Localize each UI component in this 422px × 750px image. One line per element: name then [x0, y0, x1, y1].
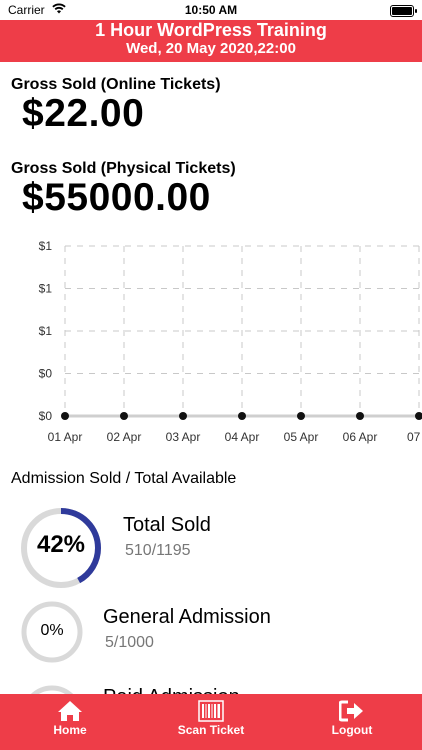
data-point [297, 412, 305, 420]
y-tick-label: $0 [39, 367, 53, 381]
y-tick-label: $1 [39, 239, 53, 253]
x-tick-label: 03 Apr [166, 430, 201, 444]
sales-chart: $1 $1 $1 $0 $0 01 Apr 02 Apr 03 Apr 04 Apr 05 Apr… [39, 239, 422, 444]
progress-percent: 42% [36, 531, 86, 558]
barcode-icon [198, 700, 224, 722]
y-tick-label: $1 [39, 282, 53, 296]
ticket-type-name: Total Sold [123, 514, 211, 536]
tab-home-label: Home [53, 723, 87, 737]
ticket-count: 510/1195 [125, 542, 191, 559]
data-point [120, 412, 128, 420]
tab-scan-label: Scan Ticket [177, 723, 245, 737]
y-tick-label: $0 [39, 409, 53, 423]
tab-scan-ticket[interactable]: Scan Ticket [161, 694, 261, 750]
x-tick-label: 07 A [407, 430, 422, 444]
data-point [238, 412, 246, 420]
tab-logout-label: Logout [331, 723, 373, 737]
x-tick-label: 05 Apr [284, 430, 319, 444]
list-item-general-admission: 0% General Admission 5/1000 [0, 600, 422, 670]
event-header: 1 Hour WordPress Training Wed, 20 May 20… [0, 20, 422, 62]
list-item-total-sold: 42% Total Sold 510/1195 [0, 504, 422, 588]
x-tick-label: 01 Apr [48, 430, 83, 444]
physical-gross-amount: $55000.00 [22, 176, 211, 219]
battery-icon [390, 5, 417, 17]
x-tick-label: 02 Apr [107, 430, 142, 444]
data-point [179, 412, 187, 420]
tab-home[interactable]: Home [20, 694, 120, 750]
ticket-count: 5/1000 [105, 634, 154, 651]
event-date: Wed, 20 May 2020,22:00 [126, 40, 296, 57]
data-point [356, 412, 364, 420]
event-title: 1 Hour WordPress Training [95, 20, 327, 40]
data-point [61, 412, 69, 420]
data-point [415, 412, 422, 420]
status-bar: Carrier 10:50 AM [0, 0, 422, 20]
progress-percent: 0% [40, 622, 64, 639]
x-tick-label: 06 Apr [343, 430, 378, 444]
home-icon [58, 701, 82, 721]
bottom-tab-bar: Home Scan Ticket Logout [0, 694, 422, 750]
logout-icon [339, 700, 363, 722]
x-tick-label: 04 Apr [225, 430, 260, 444]
online-gross-amount: $22.00 [22, 92, 145, 135]
tab-logout[interactable]: Logout [302, 694, 402, 750]
ticket-type-name: General Admission [103, 606, 271, 628]
admission-section-title: Admission Sold / Total Available [11, 470, 237, 487]
status-time: 10:50 AM [184, 3, 238, 17]
y-tick-label: $1 [39, 324, 53, 338]
